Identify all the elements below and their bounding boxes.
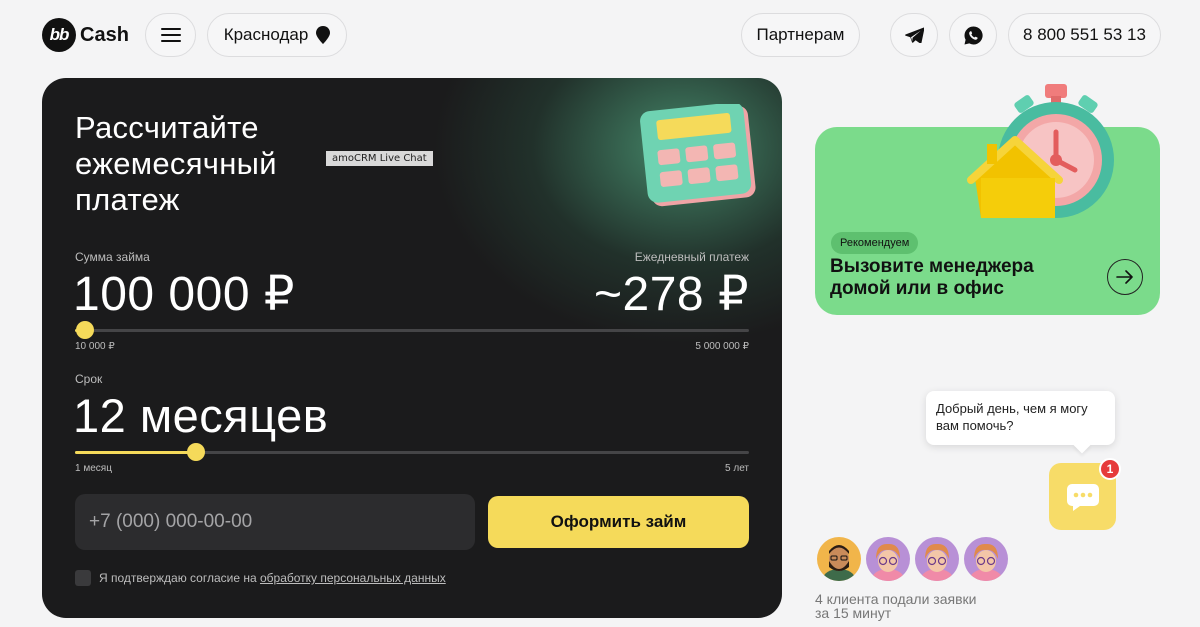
unread-badge: 1 — [1099, 458, 1121, 480]
location-pin-icon — [316, 26, 331, 44]
amount-min-label: 10 000 ₽ — [75, 341, 115, 352]
consent-text: Я подтверждаю согласие на обработку перс… — [99, 571, 446, 585]
chat-greeting-bubble: Добрый день, чем я могу вам помочь? — [926, 391, 1115, 445]
chat-icon — [1066, 483, 1099, 511]
term-max-label: 5 лет — [725, 463, 749, 474]
term-slider[interactable] — [75, 443, 749, 461]
personal-data-link[interactable]: обработку персональных данных — [260, 571, 446, 585]
term-slider-handle[interactable] — [187, 443, 206, 461]
term-value: 12 месяцев — [73, 389, 329, 442]
partners-label: Партнерам — [756, 25, 845, 44]
title-line-2: ежемесячный — [75, 146, 277, 181]
apply-loan-button[interactable]: Оформить займ — [488, 496, 749, 548]
menu-icon — [160, 28, 181, 42]
recommended-badge: Рекомендуем — [831, 232, 919, 254]
consent-checkbox[interactable] — [75, 570, 91, 586]
recent-applications-note: 4 клиента подали заявки за 15 минут — [815, 592, 976, 620]
consent-row: Я подтверждаю согласие на обработку перс… — [75, 570, 446, 586]
phone-input[interactable] — [75, 494, 475, 550]
city-label: Краснодар — [223, 25, 309, 44]
arrow-right-icon — [1116, 270, 1133, 284]
amocrm-widget-tag: amoCRM Live Chat — [326, 151, 433, 166]
logo[interactable]: bb Cash — [42, 18, 129, 52]
telegram-icon — [904, 27, 924, 43]
title-line-1: Рассчитайте — [75, 110, 259, 145]
avatar — [962, 535, 1010, 583]
whatsapp-button[interactable] — [949, 13, 997, 57]
promo-title: Вызовите менеджера домой или в офис — [830, 256, 1034, 299]
term-min-label: 1 месяц — [75, 463, 112, 474]
client-avatars — [815, 535, 1010, 583]
avatar — [913, 535, 961, 583]
daily-payment-label: Ежедневный платеж — [634, 250, 749, 264]
amount-label: Сумма займа — [75, 250, 150, 264]
social-proof-line-1: 4 клиента подали заявки — [815, 591, 977, 607]
social-proof-line-2: за 15 минут — [815, 605, 892, 621]
promo-arrow-button[interactable] — [1107, 259, 1143, 295]
title-line-3: платеж — [75, 182, 180, 217]
avatar — [815, 535, 863, 583]
daily-payment-value: ~278 ₽ — [594, 268, 749, 321]
amount-slider-handle[interactable] — [76, 321, 95, 339]
term-slider-fill — [75, 451, 197, 454]
phone-link[interactable]: 8 800 551 53 13 — [1008, 13, 1161, 57]
telegram-button[interactable] — [890, 13, 938, 57]
house-stopwatch-illustration — [967, 84, 1114, 218]
consent-prefix: Я подтверждаю согласие на — [99, 571, 260, 585]
amount-max-label: 5 000 000 ₽ — [695, 341, 749, 352]
logo-badge: bb — [42, 18, 76, 52]
loan-calculator-card: Рассчитайте ежемесячный платеж amoCRM Li… — [42, 78, 782, 618]
logo-text: Cash — [80, 23, 129, 46]
avatar — [864, 535, 912, 583]
city-selector[interactable]: Краснодар — [207, 13, 347, 57]
calculator-title: Рассчитайте ежемесячный платеж — [75, 110, 335, 218]
amount-value: 100 000 ₽ — [73, 268, 295, 321]
whatsapp-icon — [964, 25, 983, 44]
partners-button[interactable]: Партнерам — [741, 13, 860, 57]
term-label: Срок — [75, 372, 103, 386]
calculator-illustration — [640, 104, 756, 207]
phone-number: 8 800 551 53 13 — [1023, 25, 1146, 44]
amount-slider[interactable] — [75, 321, 749, 339]
menu-button[interactable] — [145, 13, 196, 57]
